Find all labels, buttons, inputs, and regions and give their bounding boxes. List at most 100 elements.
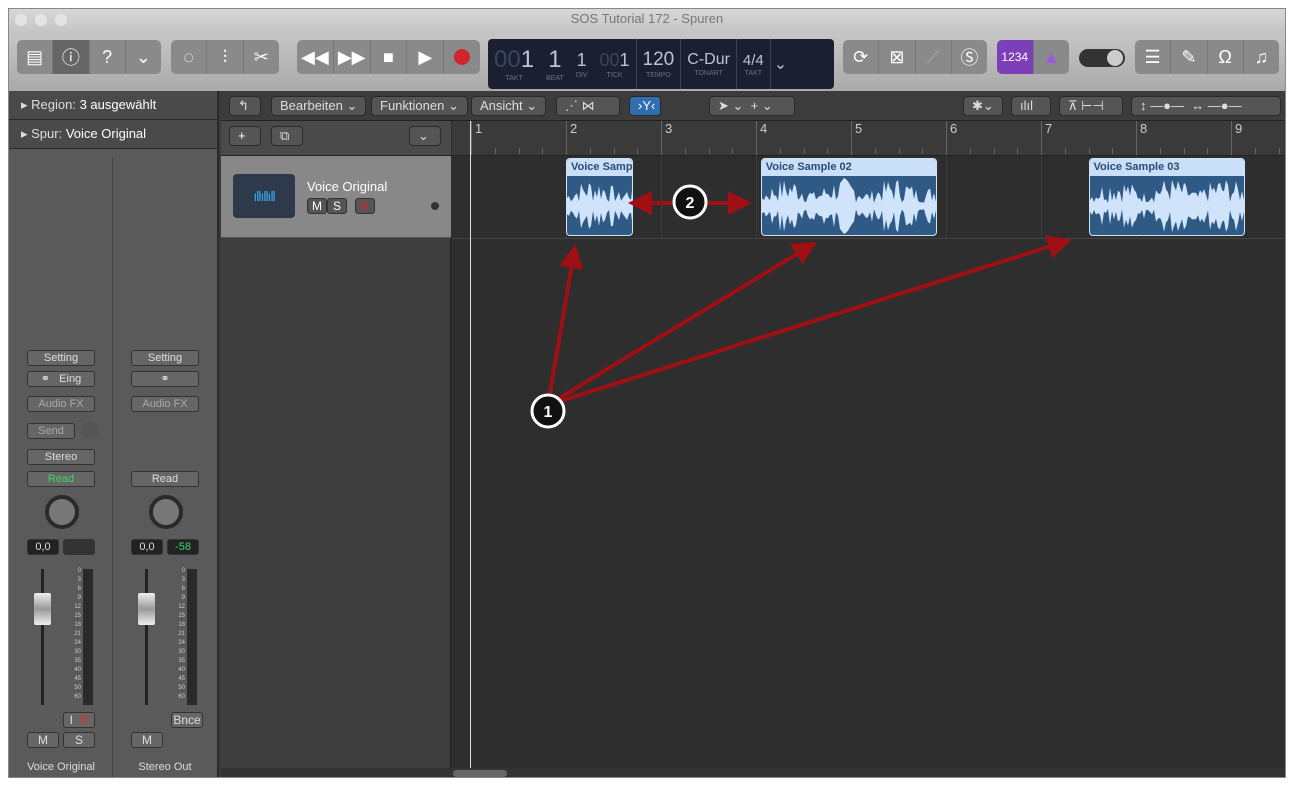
peak-readout [63, 539, 95, 555]
ruler[interactable]: 1 2 3 4 5 6 7 8 9 [452, 121, 1285, 768]
playhead[interactable] [470, 121, 471, 768]
catch-icon[interactable]: ↰ [229, 96, 261, 116]
add-track-button[interactable]: + [229, 126, 261, 146]
ruler-bar-number: 7 [1041, 121, 1052, 155]
region-name: Voice Sample [567, 159, 632, 176]
track-mute-button[interactable]: M [307, 198, 327, 214]
pan-knob[interactable] [45, 495, 79, 529]
automation-mode-button[interactable]: Read [131, 471, 199, 487]
note-pad-icon[interactable]: ✎ [1171, 40, 1208, 74]
track-name: Voice Original [307, 179, 388, 194]
tracks-toolbar: ↰ Bearbeiten ⌄ Funktionen ⌄ Ansicht ⌄ ⋰ … [221, 91, 1285, 121]
tool-menus[interactable]: ➤ ⌄ + ⌄ [709, 96, 795, 116]
ruler-bar-number: 3 [661, 121, 672, 155]
view-menu[interactable]: Ansicht ⌄ [471, 96, 547, 116]
meter-tick: 12 [74, 604, 81, 610]
stereo-link-icon: ⚭ [40, 373, 50, 385]
lcd-display[interactable]: 001 TAKT 1 BEAT 1 DIV 001 TICK 120 TEMPO C-Du… [488, 39, 834, 89]
region-waveform [761, 177, 936, 235]
track-inspector-header[interactable]: ▸ Spur: Voice Original [9, 120, 217, 149]
mixer-icon[interactable]: ⫶ [207, 40, 244, 74]
solo-button[interactable]: S [63, 732, 95, 748]
ruler-tick [874, 148, 876, 154]
send-knob[interactable] [81, 422, 98, 439]
mute-button[interactable]: M [131, 732, 163, 748]
input-button[interactable]: ⚭ Eing [27, 371, 95, 387]
audio-fx-slot[interactable]: Audio FX [27, 396, 95, 412]
count-in-button[interactable]: 1234 [997, 40, 1034, 74]
volume-fader[interactable] [34, 593, 51, 625]
ruler-tick [1183, 148, 1185, 154]
waveform-zoom-icon[interactable]: ılıl [1011, 96, 1051, 116]
pan-knob[interactable] [149, 495, 183, 529]
region-waveform [1089, 179, 1245, 233]
ruler-tick [613, 148, 615, 154]
lcd-dropdown-icon[interactable]: ⌄ [771, 39, 790, 89]
setting-button[interactable]: Setting [27, 350, 95, 366]
vertical-horizontal-fit-icons[interactable]: ⊼ ⊢⊣ [1059, 96, 1123, 116]
replace-icon[interactable]: ⊠ [879, 40, 916, 74]
setting-button[interactable]: Setting [131, 350, 199, 366]
ruler-tick [922, 148, 924, 154]
solo-icon[interactable]: Ⓢ [952, 40, 987, 74]
forward-icon[interactable]: ▶▶ [334, 40, 371, 74]
zoom-button[interactable] [55, 14, 67, 26]
list-editors-icon[interactable]: ☰ [1135, 40, 1172, 74]
automation-flex-icons[interactable]: ⋰ ⋈ [556, 96, 620, 116]
gear-icon[interactable]: ✱⌄ [963, 96, 1003, 116]
toolbar-toggle-icon[interactable]: ⌄ [126, 40, 161, 74]
global-tracks-button[interactable]: ⌄ [409, 126, 441, 146]
functions-menu[interactable]: Funktionen ⌄ [371, 96, 468, 116]
audio-fx-slot[interactable]: Audio FX [131, 396, 199, 412]
ruler-tick [1064, 148, 1066, 154]
ruler-tick [1159, 148, 1161, 154]
edit-menu[interactable]: Bearbeiten ⌄ [271, 96, 367, 116]
region-inspector-header[interactable]: ▸ Region: 3 ausgewählt [9, 91, 217, 120]
stereo-link-icon[interactable]: ⚭ [131, 371, 199, 387]
input-monitor-record-button[interactable]: I R [63, 712, 95, 728]
track-header-voice-original[interactable]: ıllıllıll Voice Original M S R [221, 156, 451, 238]
rewind-icon[interactable]: ◀◀ [297, 40, 334, 74]
inspector-icon[interactable]: ⓘ [53, 40, 90, 74]
audio-region[interactable]: Voice Sample 03 [1088, 158, 1246, 236]
close-button[interactable] [15, 14, 27, 26]
cycle-icon[interactable]: ⟳ [843, 40, 880, 74]
smart-controls-icon[interactable]: ◌ [171, 40, 208, 74]
loop-browser-icon[interactable]: Ω [1208, 40, 1244, 74]
ruler-tick [993, 148, 995, 154]
zoom-sliders[interactable]: ↕ —●— ↔ —●— [1131, 96, 1281, 116]
volume-fader[interactable] [138, 593, 155, 625]
mute-button[interactable]: M [27, 732, 59, 748]
arrange-area[interactable] [452, 156, 1285, 768]
master-volume-toggle[interactable] [1079, 49, 1125, 67]
horizontal-scrollbar[interactable] [221, 768, 1285, 777]
library-icon[interactable]: ▤ [17, 40, 54, 74]
track-record-button[interactable]: R [355, 198, 375, 214]
new-track-duplicate-button[interactable]: ⧉ [271, 126, 303, 146]
bar-gridline [1041, 156, 1042, 238]
audio-region[interactable]: Voice Sample 02 [760, 158, 937, 236]
ruler-tick [637, 148, 639, 154]
track-list-empty [221, 238, 451, 768]
bounce-button[interactable]: Bnce [171, 712, 203, 728]
ruler-tick [518, 148, 520, 154]
meter-tick: 30 [74, 649, 81, 655]
track-solo-button[interactable]: S [327, 198, 347, 214]
media-browser-icon[interactable]: ♫ [1244, 40, 1279, 74]
play-icon[interactable]: ▶ [407, 40, 445, 74]
send-slot[interactable]: Send [27, 423, 75, 439]
stop-icon[interactable]: ■ [371, 40, 408, 74]
metronome-icon[interactable]: ▲ [1034, 40, 1070, 74]
audio-region[interactable]: Voice Sample [566, 158, 633, 236]
snap-icon[interactable]: ›Y‹ [629, 96, 661, 116]
ruler-tick [803, 148, 805, 154]
meter-tick: 21 [178, 631, 185, 637]
logic-window: SOS Tutorial 172 - Spuren ▤ ⓘ ? ⌄ ◌ ⫶ ✂ … [8, 8, 1286, 778]
format-button[interactable]: Stereo [27, 449, 95, 465]
automation-mode-button[interactable]: Read [27, 471, 95, 487]
tuner-icon[interactable]: ⟋ [916, 40, 952, 74]
editors-scissors-icon[interactable]: ✂ [244, 40, 279, 74]
record-icon[interactable] [444, 40, 480, 74]
minimize-button[interactable] [35, 14, 47, 26]
quick-help-icon[interactable]: ? [90, 40, 126, 74]
